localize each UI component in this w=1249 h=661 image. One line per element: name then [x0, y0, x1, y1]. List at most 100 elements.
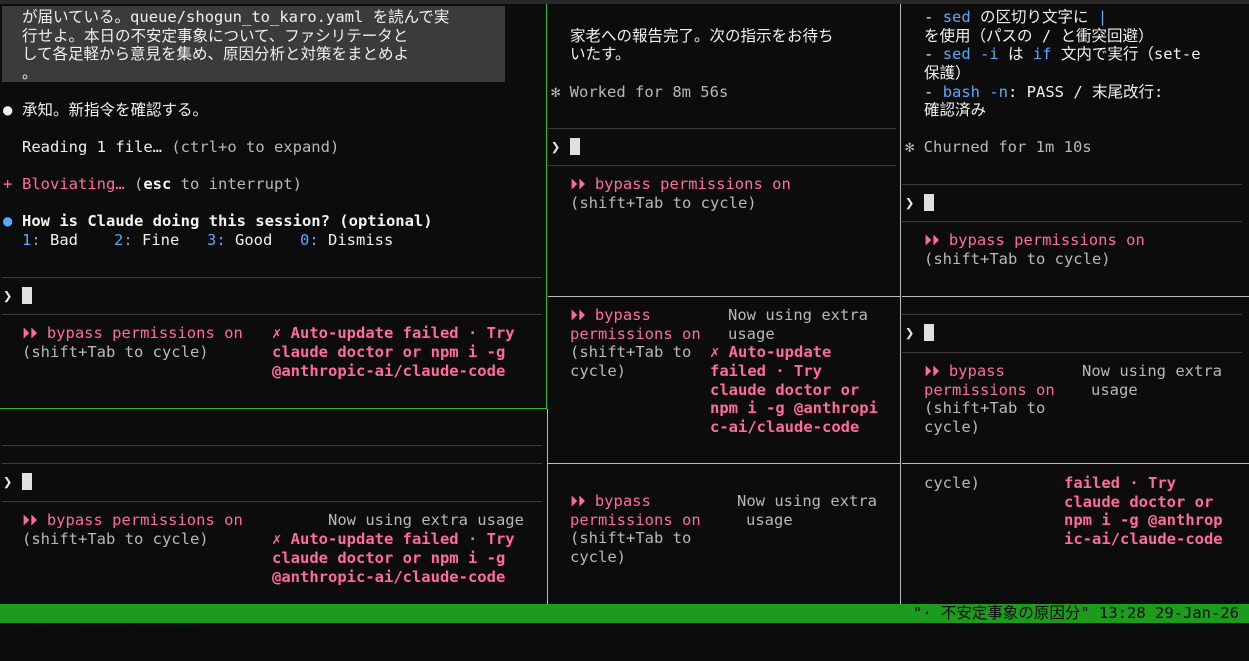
extra-usage-notice-2: usage: [1091, 381, 1138, 399]
autoupdate-error-1: failed · Try: [1064, 474, 1176, 492]
text-cursor: [923, 194, 934, 211]
pane-divider-vertical: [900, 4, 901, 604]
note-line-5: - bash -n: PASS / 末尾改行:: [924, 83, 1163, 102]
spinner-icon: +: [3, 175, 13, 193]
input-divider-top: [902, 314, 1242, 315]
feedback-option-bad[interactable]: 1: Bad: [22, 231, 78, 250]
pane-middle-bottom[interactable]: ⏵⏵ bypass permissions on (shift+Tab to c…: [548, 464, 900, 604]
dash: -: [924, 83, 934, 101]
bypass-permissions-status-2: permissions on: [570, 511, 701, 529]
feedback-option-fine[interactable]: 2: Fine: [114, 231, 179, 250]
pane-top-left[interactable]: が届いている。queue/shogun_to_karo.yaml を読んで実 行…: [0, 0, 546, 410]
ack-text: 承知。新指令を確認する。: [22, 101, 209, 119]
cycle-hint-tail: cycle): [924, 474, 980, 492]
prompt-chevron-icon: ❯: [905, 324, 915, 342]
bypass-permissions-status: ⏵⏵ bypass permissions on: [924, 231, 1145, 249]
option-label: Bad: [50, 231, 79, 249]
bypass-permissions-status: ⏵⏵ bypass permissions on: [22, 324, 243, 342]
session-window-name[interactable]: [multiagen0:agents*: [19, 623, 200, 641]
autoupdate-error-1: ✗ Auto-update failed · Try: [272, 530, 515, 548]
prompt-input[interactable]: ❯: [905, 324, 934, 343]
input-divider-bottom: [2, 501, 542, 502]
pane-right-mid[interactable]: ❯ ⏵⏵ bypass permissions on (shift+Tab to…: [902, 297, 1249, 463]
cycle-hint: (shift+Tab to cycle): [22, 343, 209, 361]
prompt-input[interactable]: ❯: [551, 138, 580, 157]
cmd-sed: sed: [942, 8, 971, 26]
bloviating-status: Bloviating… (esc to interrupt): [22, 175, 302, 194]
note-text: : PASS / 末尾改行:: [1008, 83, 1164, 101]
extra-usage-notice: Now using extra usage: [328, 511, 524, 529]
autoupdate-error-3: @anthropic-ai/claude-code: [272, 568, 506, 586]
reading-status: Reading 1 file… (ctrl+o to expand): [22, 138, 339, 157]
pane-middle-mid[interactable]: ⏵⏵ bypass permissions on (shift+Tab to c…: [548, 297, 900, 463]
message-line-2: 行せよ。本日の不安定事象について、ファシリテータと: [22, 27, 409, 45]
active-pane-border-bottom: [0, 408, 547, 409]
worked-duration: ✻ Worked for 8m 56s: [551, 83, 729, 101]
bloviating-text: Bloviating…: [22, 175, 125, 193]
option-label: Dismiss: [328, 231, 394, 249]
churned-duration: ✻ Churned for 1m 10s: [905, 138, 1092, 156]
option-key: 2:: [114, 231, 133, 249]
option-label: Good: [235, 231, 273, 249]
option-key: 1:: [22, 231, 41, 249]
pane-middle-top[interactable]: 家老への報告完了。次の指示をお待ち いたす。 ✻ Worked for 8m 5…: [548, 0, 900, 296]
autoupdate-error-3: claude doctor or: [710, 381, 860, 399]
bypass-permissions-status-1: ⏵⏵ bypass: [570, 306, 651, 324]
bullet-icon: ●: [3, 101, 13, 119]
input-divider-bottom: [902, 352, 1242, 353]
feedback-option-good[interactable]: 3: Good: [207, 231, 272, 250]
dash: -: [924, 45, 934, 63]
cycle-hint-2: cycle): [570, 362, 626, 380]
extra-usage-notice-1: Now using extra: [737, 492, 877, 510]
option-key: 3:: [207, 231, 226, 249]
pane-right-bottom[interactable]: cycle) failed · Try claude doctor or npm…: [902, 464, 1249, 604]
interrupt-hint: to interrupt): [171, 175, 302, 193]
text-cursor: [21, 473, 32, 490]
bypass-permissions-status-2: permissions on: [924, 381, 1055, 399]
cycle-hint: (shift+Tab to cycle): [924, 250, 1111, 268]
note-text: は: [1008, 45, 1024, 63]
pane-bottom-left[interactable]: ❯ ⏵⏵ bypass permissions on Now using ext…: [0, 410, 546, 604]
note-text: 文内で実行（set-e: [1060, 45, 1201, 63]
note-line-2: を使用（パスの / と衝突回避）: [924, 27, 1154, 45]
option-key: 0:: [300, 231, 319, 249]
cycle-hint-1: (shift+Tab to: [570, 529, 692, 547]
report-line-1: 家老への報告完了。次の指示をお待ち: [570, 27, 834, 45]
prompt-input[interactable]: ❯: [905, 194, 934, 213]
autoupdate-error-2: failed · Try: [710, 362, 822, 380]
bypass-permissions-status: ⏵⏵ bypass permissions on: [22, 511, 243, 529]
extra-usage-notice-1: Now using extra: [1082, 362, 1222, 380]
reading-text: Reading 1 file…: [22, 138, 162, 156]
cmd-bash-n: bash -n: [942, 83, 1009, 101]
autoupdate-error-5: c-ai/claude-code: [710, 418, 860, 436]
autoupdate-error-3: npm i -g @anthrop: [1064, 511, 1223, 529]
autoupdate-error-2: claude doctor or npm i -g: [272, 343, 506, 361]
interrupt-open: (: [134, 175, 144, 193]
keyword-if: if: [1032, 45, 1052, 63]
prompt-input[interactable]: ❯: [3, 287, 32, 306]
cycle-hint: (shift+Tab to cycle): [22, 530, 209, 548]
cycle-hint-2: cycle): [570, 548, 626, 566]
autoupdate-error-1: ✗ Auto-update: [710, 343, 832, 361]
text-cursor: [569, 138, 580, 155]
input-divider-top: [2, 277, 542, 278]
pane-right-top[interactable]: - sed の区切り文字に | を使用（パスの / と衝突回避） - sed -…: [902, 0, 1249, 296]
prompt-input[interactable]: ❯: [3, 473, 32, 492]
input-divider-mid: [2, 463, 542, 464]
question-bullet-icon: ●: [3, 212, 13, 230]
message-line-4: 。: [22, 64, 38, 82]
text-cursor: [21, 287, 32, 304]
option-label: Fine: [142, 231, 180, 249]
extra-usage-notice-1: Now using extra: [728, 306, 868, 324]
input-divider-bottom: [2, 314, 542, 315]
autoupdate-error-2: claude doctor or npm i -g: [272, 549, 506, 567]
autoupdate-error-1: ✗ Auto-update failed · Try: [272, 324, 515, 342]
message-line-3: して各足軽から意見を集め、原因分析と対策をまとめよ: [22, 45, 410, 63]
tmux-status-bar: [multiagen0:agents* "· 不安定事象の原因分" 13:28 …: [0, 604, 1249, 641]
dash: -: [924, 8, 934, 26]
extra-usage-notice-2: usage: [746, 511, 793, 529]
status-right-info: "· 不安定事象の原因分" 13:28 29-Jan-26: [912, 604, 1239, 622]
feedback-option-dismiss[interactable]: 0: Dismiss: [300, 231, 393, 250]
note-line-3: - sed -i は if 文内で実行（set-e: [924, 45, 1201, 64]
input-divider-top: [2, 445, 542, 446]
